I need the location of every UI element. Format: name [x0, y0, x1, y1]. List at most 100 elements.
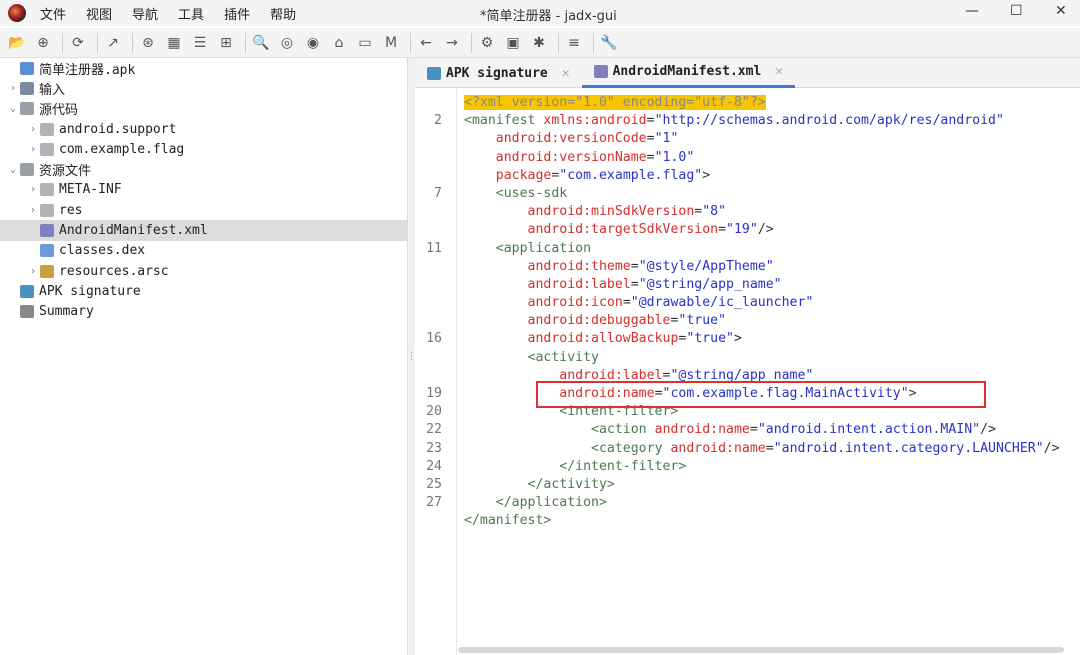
code-token-val: "@drawable/ic_launcher" [630, 295, 814, 311]
node-icon [40, 183, 54, 197]
menu-item[interactable]: 视图 [86, 4, 112, 23]
flatten-packages-icon[interactable]: ▦ [163, 32, 185, 54]
horizontal-scrollbar[interactable] [458, 647, 1064, 653]
line-number [415, 203, 456, 221]
tab-file-icon [427, 66, 441, 80]
code-token-tag: </application> [495, 495, 607, 511]
code-token-tag: <uses-sdk [495, 185, 568, 201]
tree-node[interactable]: AndroidManifest.xml [0, 220, 407, 241]
tree-node-label: 输入 [39, 82, 66, 98]
code-editor[interactable]: 2 7 11 16 19 20 22 23 24 25 27 <?xml version="1.0"… [415, 88, 1080, 655]
menu-item[interactable]: 导航 [132, 4, 158, 23]
code-token-p [464, 204, 528, 219]
tree-node-label: android.support [59, 121, 177, 137]
text-view-icon[interactable]: ☰ [189, 32, 211, 54]
code-token-tag: <activity [527, 349, 599, 365]
tree-node[interactable]: ⌄ 资源文件 [0, 159, 407, 179]
code-token-p [464, 459, 559, 474]
menu-item[interactable]: 工具 [178, 4, 204, 23]
tab-close-icon[interactable]: ✕ [775, 64, 783, 79]
code-line: package="com.example.flag"> [464, 167, 1060, 185]
maximize-button[interactable]: ☐ [1010, 3, 1023, 19]
debug-icon[interactable]: ✱ [528, 32, 550, 54]
code-token-attr: package [495, 167, 552, 183]
mapping-icon[interactable]: M [380, 32, 402, 54]
export-icon[interactable]: ↗ [102, 32, 124, 54]
code-token-p: /> [757, 222, 774, 238]
code-token-attr: android:versionName [495, 149, 647, 165]
code-line: android:allowBackup="true"> [464, 330, 1060, 348]
find-class-icon[interactable]: ◎ [276, 32, 298, 54]
code-content: <?xml version="1.0" encoding="utf-8"?> <m… [464, 94, 1060, 531]
tab[interactable]: AndroidManifest.xml ✕ [581, 58, 796, 88]
tree-node[interactable]: APK signature [0, 281, 407, 301]
line-number: 11 [426, 240, 442, 256]
chevron-down-icon[interactable]: ⌄ [6, 164, 20, 175]
menu-item[interactable]: 帮助 [270, 4, 296, 23]
tab[interactable]: APK signature ✕ [415, 58, 582, 88]
line-number [415, 167, 456, 185]
code-token-attr: android:allowBackup [527, 331, 679, 347]
tree-node[interactable]: › resources.arsc [0, 261, 407, 281]
tree-node[interactable]: › res [0, 200, 407, 220]
line-number [415, 221, 456, 239]
toolbar-separator [132, 32, 133, 53]
code-token-p [464, 350, 528, 365]
code-line: <uses-sdk [464, 185, 1060, 203]
find-usage-icon[interactable]: ◉ [302, 32, 324, 54]
node-icon [40, 122, 54, 136]
tree-node[interactable]: ⌄ 源代码 [0, 99, 407, 119]
log-icon[interactable]: ▣ [502, 32, 524, 54]
toolbar-separator [97, 32, 98, 53]
tree-node[interactable]: Summary [0, 302, 407, 322]
code-token-attr: android:name [670, 440, 766, 456]
minimize-button[interactable]: — [965, 3, 979, 19]
add-files-icon[interactable]: ⊕ [32, 32, 54, 54]
tab-file-icon [593, 65, 608, 78]
node-icon [20, 305, 34, 319]
tree-node[interactable]: › com.example.flag [0, 139, 407, 159]
node-icon [20, 284, 34, 298]
tree-node[interactable]: › META-INF [0, 180, 407, 200]
chevron-right-icon[interactable]: › [6, 83, 20, 94]
chevron-right-icon[interactable]: › [26, 205, 40, 216]
code-token-p [464, 495, 496, 510]
chevron-right-icon[interactable]: › [26, 124, 40, 135]
code-line: android:versionCode="1" [464, 130, 1060, 148]
reload-icon[interactable]: ⟳ [67, 32, 89, 54]
back-icon[interactable]: ← [415, 32, 437, 54]
tree-node[interactable]: classes.dex [0, 241, 407, 261]
tree-node-label: META-INF [59, 182, 122, 198]
decompile-all-icon[interactable]: ⊞ [215, 32, 237, 54]
splitter-handle[interactable]: ⋮ [407, 58, 417, 655]
tree-node[interactable]: › 输入 [0, 78, 407, 98]
tab-close-icon[interactable]: ✕ [562, 66, 570, 81]
home-icon[interactable]: ⌂ [328, 32, 350, 54]
tree-node[interactable]: 简单注册器.apk [0, 58, 407, 78]
node-icon [40, 142, 54, 156]
chevron-right-icon[interactable]: › [26, 184, 40, 195]
forward-icon[interactable]: → [441, 32, 463, 54]
code-token-p: = [630, 258, 639, 274]
open-icon[interactable]: 📂 [6, 32, 28, 54]
smali-icon[interactable]: ▭ [354, 32, 376, 54]
line-number: 24 [426, 458, 442, 474]
sync-icon[interactable]: ⊛ [137, 32, 159, 54]
close-button[interactable]: ✕ [1055, 3, 1067, 19]
node-icon [20, 163, 34, 177]
settings-icon[interactable]: 🔧 [598, 32, 620, 54]
chevron-down-icon[interactable]: ⌄ [6, 103, 20, 114]
chevron-right-icon[interactable]: › [26, 266, 40, 277]
line-number [415, 94, 456, 112]
deobfuscation-icon[interactable]: ⚙ [476, 32, 498, 54]
menu-item[interactable]: 文件 [40, 4, 66, 23]
line-number: 2 [434, 113, 442, 129]
line-number: 20 [426, 404, 442, 420]
chevron-right-icon[interactable]: › [26, 144, 40, 155]
code-token-val: "8" [702, 204, 727, 220]
tree-node-label: 源代码 [39, 103, 79, 119]
tree-node[interactable]: › android.support [0, 119, 407, 139]
log-viewer-icon[interactable]: ≡ [563, 32, 585, 54]
search-icon[interactable]: 🔍 [250, 32, 272, 54]
menu-item[interactable]: 插件 [224, 4, 250, 23]
